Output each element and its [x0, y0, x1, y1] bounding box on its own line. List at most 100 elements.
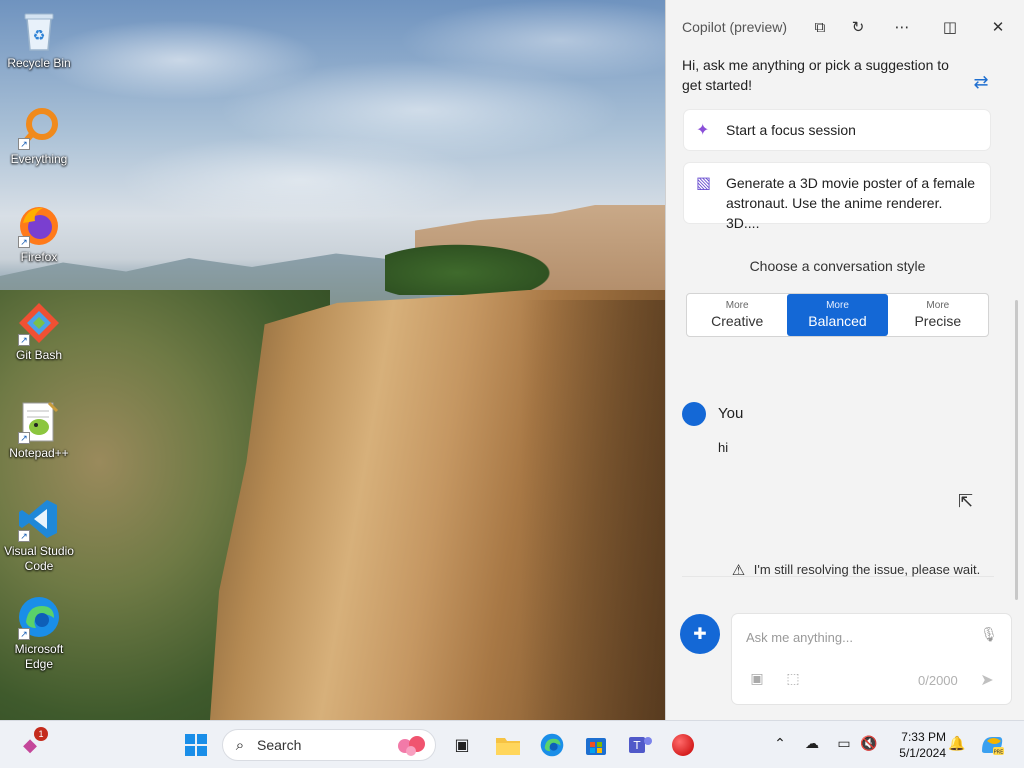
taskbar-search[interactable]: ⌕ Search [222, 729, 436, 761]
search-icon: ⌕ [235, 736, 245, 754]
chat-composer: 🎙 ▣ ⬚ 0/2000 ➤ [732, 614, 1011, 704]
close-pane-button[interactable]: ✕ [984, 14, 1012, 40]
warning-text: I'm still resolving the issue, please wa… [753, 562, 981, 577]
warning-message: ⚠ I'm still resolving the issue, please … [716, 560, 996, 580]
user-avatar [682, 402, 706, 426]
suggestion-focus-session[interactable]: ✦ Start a focus session [684, 110, 990, 150]
record-icon [672, 734, 694, 756]
copilot-pane: Copilot (preview) ⧉ ↻ ⋯ ◫ ✕ Hi, ask me a… [665, 0, 1024, 720]
conversation-style-title: Choose a conversation style [749, 258, 926, 274]
char-counter: 0/2000 [918, 673, 958, 688]
send-icon: ➤ [980, 672, 994, 689]
desktop-icon-git-bash[interactable]: ↗ Git Bash [4, 300, 74, 363]
svg-text:PRE: PRE [994, 750, 1004, 756]
more-options-button[interactable]: ⋯ [888, 14, 916, 40]
copilot-icon: PRE [982, 737, 1004, 756]
dock-side-button[interactable]: ◫ [936, 14, 964, 40]
wallpaper-trees [385, 240, 565, 295]
git-bash-icon: ↗ [16, 300, 62, 346]
desktop-icon-firefox[interactable]: ↗ Firefox [4, 202, 74, 265]
new-chat-icon: ✚ [693, 626, 707, 643]
suggestion-movie-poster[interactable]: ▧ Generate a 3D movie poster of a female… [684, 163, 990, 231]
style-option-label: Creative [711, 313, 764, 329]
style-option-small-label: More [926, 300, 950, 311]
desktop-icon-vscode[interactable]: ↗ Visual Studio Code [4, 496, 74, 574]
tray-overflow-button[interactable]: ⌃ [769, 735, 791, 752]
desktop-icon-label: Firefox [20, 250, 58, 264]
desktop-icon-notepad-plus-plus[interactable]: ↗ Notepad++ [4, 398, 74, 461]
edge-icon [540, 733, 564, 757]
edge-taskbar-button[interactable] [536, 729, 568, 761]
network-icon: ▭ [837, 735, 851, 751]
scrollbar[interactable] [1015, 300, 1018, 600]
desktop-icon-label: Microsoft Edge [14, 642, 64, 671]
style-option-label: Precise [914, 313, 962, 329]
taskbar-clock[interactable]: 7:33 PM 5/1/2024 [886, 729, 946, 761]
volume-button[interactable]: 🔇 [858, 735, 880, 752]
svg-text:T: T [633, 739, 641, 752]
microphone-button[interactable]: 🎙 [978, 626, 1000, 648]
shortcut-arrow-icon: ↗ [18, 138, 30, 150]
conversation-style-selector: More Creative More Balanced More Precise [686, 293, 989, 337]
volume-mute-icon: 🔇 [860, 735, 878, 751]
style-option-balanced[interactable]: More Balanced [787, 294, 888, 336]
svg-text:♻: ♻ [33, 27, 46, 43]
sparkle-icon: ✦ [696, 122, 710, 139]
store-button[interactable] [580, 729, 612, 761]
copilot-title: Copilot (preview) [682, 19, 788, 35]
desktop-icon-everything[interactable]: ↗ Everything [4, 104, 74, 167]
open-in-browser-button[interactable]: ⧉ [806, 14, 834, 40]
clock-date: 5/1/2024 [899, 746, 946, 760]
new-topic-button[interactable]: ✚ [680, 614, 720, 654]
refresh-suggestions-button[interactable]: ⇄ [968, 72, 994, 94]
copilot-notification-button[interactable]: ◆ 1 [14, 727, 48, 761]
warning-icon: ⚠ [731, 562, 746, 579]
notification-badge: 1 [34, 727, 48, 741]
teams-icon: T [629, 737, 652, 753]
desktop-icon-recycle-bin[interactable]: ♻ Recycle Bin [4, 8, 74, 71]
teams-button[interactable]: T [624, 729, 656, 761]
desktop-icon-label: Visual Studio Code [4, 544, 74, 573]
start-button[interactable] [180, 729, 212, 761]
mouse-cursor-icon: ⇱ [958, 491, 974, 511]
style-option-creative[interactable]: More Creative [687, 294, 787, 336]
send-button[interactable]: ➤ [976, 670, 998, 692]
dock-panel-icon: ◫ [942, 19, 958, 36]
file-explorer-button[interactable] [492, 729, 524, 761]
recycle-bin-icon: ♻ [16, 8, 62, 54]
edge-icon: ↗ [16, 594, 62, 640]
style-option-precise[interactable]: More Precise [888, 294, 988, 336]
taskbar: ◆ 1 ⌕ Search ▣ T ⌃ ☁ ▭ 🔇 7:33 PM 5/1/202… [0, 720, 1024, 768]
microphone-icon: 🎙 [980, 626, 998, 642]
desktop-wallpaper: ♻ Recycle Bin ↗ Everything ↗ Firefox ↗ G… [0, 0, 665, 720]
user-message: hi [718, 440, 729, 455]
notification-bell-icon: 🔔 [948, 735, 966, 751]
notepad-plus-plus-icon: ↗ [16, 398, 62, 444]
image-icon: ▣ [750, 670, 764, 686]
external-link-icon: ⧉ [814, 18, 826, 36]
refresh-button[interactable]: ↻ [844, 14, 872, 40]
suggestion-text: Generate a 3D movie poster of a female a… [726, 175, 976, 231]
wallpaper-cliff-shadow [520, 300, 665, 720]
screenshot-button[interactable]: ⬚ [782, 670, 804, 692]
store-icon [586, 738, 606, 755]
chat-input[interactable] [746, 626, 966, 648]
copilot-taskbar-button[interactable]: PRE [976, 729, 1008, 761]
desktop-icon-label: Everything [10, 152, 68, 166]
ellipsis-icon: ⋯ [894, 19, 910, 36]
shortcut-arrow-icon: ↗ [18, 432, 30, 444]
desktop-icon-label: Notepad++ [9, 446, 69, 460]
notifications-button[interactable]: 🔔 [946, 735, 968, 752]
folder-icon [496, 738, 520, 755]
onedrive-button[interactable]: ☁ [801, 735, 823, 752]
search-highlight-icon [398, 736, 425, 756]
desktop-icon-label: Git Bash [15, 348, 63, 362]
desktop-icon-edge[interactable]: ↗ Microsoft Edge [4, 594, 74, 672]
search-label: Search [257, 737, 302, 753]
recorder-button[interactable] [667, 729, 699, 761]
refresh-icon: ↻ [851, 19, 865, 36]
shortcut-arrow-icon: ↗ [18, 236, 30, 248]
add-image-button[interactable]: ▣ [746, 670, 768, 692]
network-button[interactable]: ▭ [833, 735, 855, 752]
task-view-button[interactable]: ▣ [446, 729, 478, 761]
